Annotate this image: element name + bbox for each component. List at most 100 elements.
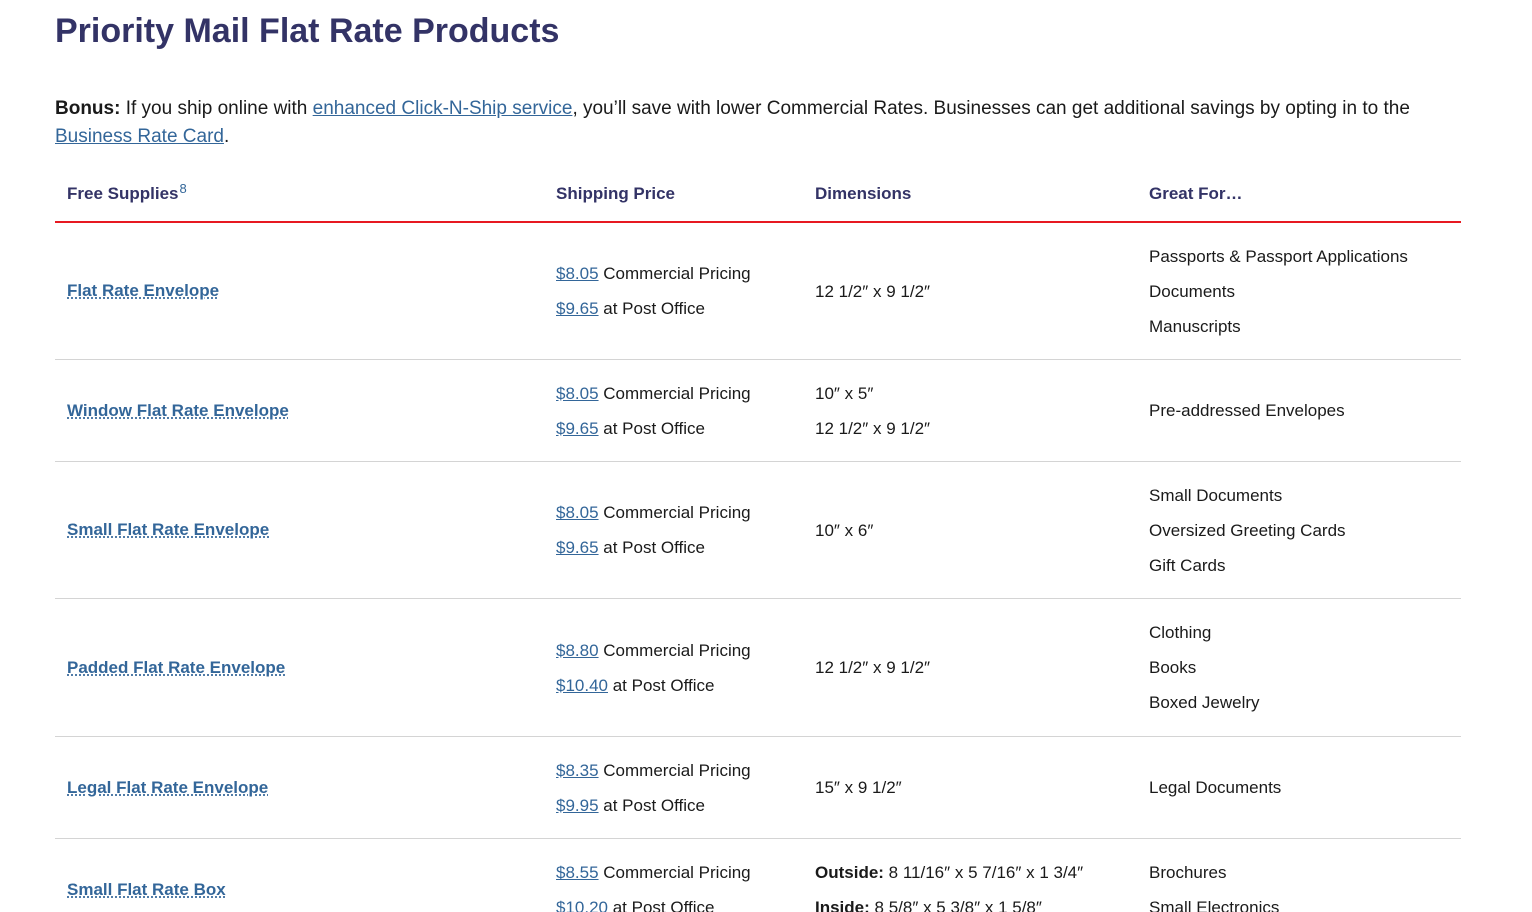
post-office-label: at Post Office: [598, 418, 706, 438]
dimensions-cell: 10″ x 5″ 12 1/2″ x 9 1/2″: [815, 360, 930, 461]
product-cell: Flat Rate Envelope: [67, 223, 219, 359]
outside-value: 8 11/16″ x 5 7/16″ x 1 3/4″: [883, 863, 1084, 882]
great-for-item: Clothing: [1149, 623, 1212, 642]
price-cell: $8.05 Commercial Pricing $9.65 at Post O…: [556, 360, 751, 461]
header-great-for: Great For…: [1149, 184, 1243, 203]
product-cell: Legal Flat Rate Envelope: [67, 737, 268, 838]
post-office-price-link[interactable]: $9.65: [556, 419, 599, 438]
price-cell: $8.35 Commercial Pricing $9.95 at Post O…: [556, 737, 751, 838]
window-flat-rate-envelope-link[interactable]: Window Flat Rate Envelope: [67, 401, 289, 421]
post-office-price-link[interactable]: $9.65: [556, 538, 599, 557]
dimensions-cell: 10″ x 6″: [815, 462, 873, 598]
inside-value: 8 5/8″ x 5 3/8″ x 1 5/8″: [869, 898, 1042, 912]
padded-flat-rate-envelope-link[interactable]: Padded Flat Rate Envelope: [67, 658, 285, 678]
header-shipping-price: Shipping Price: [556, 184, 676, 203]
price-cell: $8.05 Commercial Pricing $9.65 at Post O…: [556, 462, 751, 598]
commercial-pricing-label: Commercial Pricing: [598, 503, 751, 522]
table-row: Padded Flat Rate Envelope $8.80 Commerci…: [55, 599, 1461, 737]
table-header: Free Supplies8 Shipping Price Dimensions…: [55, 172, 1461, 223]
great-for-item: Gift Cards: [1149, 555, 1226, 575]
bonus-text-3: .: [223, 126, 230, 147]
great-for-item: Oversized Greeting Cards: [1149, 520, 1346, 540]
great-for-cell: Passports & Passport Applications Docume…: [1149, 223, 1408, 359]
table-row: Flat Rate Envelope $8.05 Commercial Pric…: [55, 223, 1461, 360]
price-cell: $8.05 Commercial Pricing $9.65 at Post O…: [556, 223, 751, 359]
bonus-paragraph: Bonus: If you ship online with enhanced …: [55, 95, 1461, 151]
table-row: Legal Flat Rate Envelope $8.35 Commercia…: [55, 737, 1461, 839]
great-for-cell: Legal Documents: [1149, 737, 1281, 838]
post-office-label: at Post Office: [598, 299, 706, 318]
post-office-label: at Post Office: [598, 795, 706, 815]
commercial-pricing-label: Commercial Pricing: [598, 640, 751, 660]
product-cell: Small Flat Rate Envelope: [67, 462, 269, 598]
post-office-label: at Post Office: [608, 898, 715, 912]
header-dimensions: Dimensions: [815, 184, 912, 203]
post-office-price-link[interactable]: $10.20: [556, 898, 608, 912]
footnote-8-link[interactable]: 8: [179, 181, 186, 196]
outside-label: Outside:: [815, 863, 884, 882]
product-cell: Small Flat Rate Box: [67, 839, 226, 912]
header-free-supplies-label: Free Supplies: [67, 184, 179, 203]
dimensions-cell: 12 1/2″ x 9 1/2″: [815, 223, 930, 359]
commercial-price-link[interactable]: $8.05: [556, 503, 599, 522]
bonus-text-1: If you ship online with: [120, 98, 313, 119]
dimension-value: 15″ x 9 1/2″: [815, 778, 902, 797]
great-for-item: Books: [1149, 658, 1197, 677]
great-for-item: Brochures: [1149, 863, 1227, 882]
dimension-value: 10″ x 5″: [815, 383, 874, 403]
click-n-ship-link[interactable]: enhanced Click-N-Ship service: [313, 98, 573, 119]
small-flat-rate-box-link[interactable]: Small Flat Rate Box: [67, 880, 226, 900]
dimension-value: 12 1/2″ x 9 1/2″: [815, 658, 931, 677]
table-row: Small Flat Rate Box $8.55 Commercial Pri…: [55, 839, 1461, 912]
bonus-text-2: , you’ll save with lower Commercial Rate…: [572, 98, 1410, 119]
commercial-pricing-label: Commercial Pricing: [598, 760, 751, 780]
great-for-cell: Small Documents Oversized Greeting Cards…: [1149, 462, 1346, 598]
small-flat-rate-envelope-link[interactable]: Small Flat Rate Envelope: [67, 520, 269, 540]
great-for-item: Boxed Jewelry: [1149, 693, 1260, 712]
dimensions-cell: Outside: 8 11/16″ x 5 7/16″ x 1 3/4″ Ins…: [815, 839, 1083, 912]
table-row: Small Flat Rate Envelope $8.05 Commercia…: [55, 462, 1461, 599]
post-office-label: at Post Office: [608, 675, 715, 695]
commercial-pricing-label: Commercial Pricing: [598, 264, 751, 283]
commercial-price-link[interactable]: $8.05: [556, 384, 599, 403]
great-for-item: Pre-addressed Envelopes: [1149, 401, 1345, 420]
commercial-pricing-label: Commercial Pricing: [598, 863, 751, 882]
great-for-item: Manuscripts: [1149, 316, 1241, 336]
dimension-value: 10″ x 6″: [815, 520, 874, 540]
commercial-price-link[interactable]: $8.55: [556, 863, 599, 882]
post-office-price-link[interactable]: $9.95: [556, 796, 599, 815]
legal-flat-rate-envelope-link[interactable]: Legal Flat Rate Envelope: [67, 778, 268, 798]
inside-label: Inside:: [815, 898, 870, 912]
dimension-outside: Outside: 8 11/16″ x 5 7/16″ x 1 3/4″: [815, 855, 1083, 890]
dimension-value: 12 1/2″ x 9 1/2″: [815, 418, 931, 438]
great-for-item: Small Documents: [1149, 485, 1283, 505]
price-cell: $8.80 Commercial Pricing $10.40 at Post …: [556, 599, 751, 736]
product-cell: Window Flat Rate Envelope: [67, 360, 289, 461]
commercial-price-link[interactable]: $8.80: [556, 641, 599, 660]
commercial-price-link[interactable]: $8.35: [556, 761, 599, 780]
great-for-cell: Brochures Small Electronics: [1149, 839, 1279, 912]
great-for-cell: Clothing Books Boxed Jewelry: [1149, 599, 1260, 736]
flat-rate-table: Free Supplies8 Shipping Price Dimensions…: [55, 172, 1461, 912]
flat-rate-envelope-link[interactable]: Flat Rate Envelope: [67, 281, 219, 301]
post-office-label: at Post Office: [598, 538, 706, 557]
post-office-price-link[interactable]: $9.65: [556, 299, 599, 318]
dimension-value: 12 1/2″ x 9 1/2″: [815, 281, 931, 301]
table-row: Window Flat Rate Envelope $8.05 Commerci…: [55, 360, 1461, 462]
dimensions-cell: 15″ x 9 1/2″: [815, 737, 902, 838]
great-for-item: Passports & Passport Applications: [1149, 246, 1408, 266]
great-for-item: Legal Documents: [1149, 778, 1282, 797]
dimension-inside: Inside: 8 5/8″ x 5 3/8″ x 1 5/8″: [815, 890, 1083, 912]
dimensions-cell: 12 1/2″ x 9 1/2″: [815, 599, 930, 736]
product-cell: Padded Flat Rate Envelope: [67, 599, 285, 736]
commercial-pricing-label: Commercial Pricing: [598, 383, 751, 403]
price-cell: $8.55 Commercial Pricing $10.20 at Post …: [556, 839, 751, 912]
business-rate-card-link[interactable]: Business Rate Card: [55, 126, 224, 147]
commercial-price-link[interactable]: $8.05: [556, 264, 599, 283]
great-for-item: Documents: [1149, 281, 1235, 301]
great-for-item: Small Electronics: [1149, 898, 1280, 912]
post-office-price-link[interactable]: $10.40: [556, 676, 608, 695]
great-for-cell: Pre-addressed Envelopes: [1149, 360, 1345, 461]
header-free-supplies: Free Supplies8: [67, 181, 187, 204]
page-title: Priority Mail Flat Rate Products: [55, 12, 560, 50]
